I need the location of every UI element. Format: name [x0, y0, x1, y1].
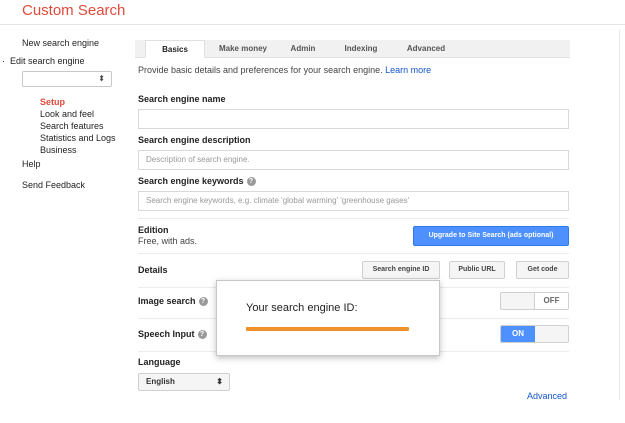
image-search-toggle[interactable]: OFF — [500, 292, 569, 310]
sidebar-item-setup[interactable]: Setup — [40, 97, 65, 107]
header-divider — [0, 24, 625, 25]
edition-value: Free, with ads. — [138, 236, 198, 246]
intro-description: Provide basic details and preferences fo… — [138, 65, 383, 75]
image-search-label-text: Image search — [138, 296, 196, 306]
edition-label: Edition — [138, 225, 169, 235]
engine-keywords-label-text: Search engine keywords — [138, 176, 244, 186]
language-selected-value: English — [146, 377, 175, 386]
sidebar-item-search-features[interactable]: Search features — [40, 121, 104, 131]
sidebar-item-statistics-and-logs[interactable]: Statistics and Logs — [40, 133, 116, 143]
tab-indexing[interactable]: Indexing — [333, 40, 389, 58]
engine-select[interactable]: ⬍ — [22, 71, 112, 87]
select-chevron-icon: ⬍ — [98, 74, 105, 83]
engine-id-popup: Your search engine ID: — [216, 280, 440, 356]
search-engine-id-button[interactable]: Search engine ID — [362, 261, 440, 279]
help-icon[interactable]: ? — [246, 177, 256, 187]
tab-make-money[interactable]: Make money — [211, 40, 275, 58]
tab-basics[interactable]: Basics — [145, 40, 205, 58]
engine-description-input[interactable]: Description of search engine. — [138, 150, 569, 170]
advanced-link[interactable]: Advanced — [527, 391, 567, 401]
select-chevron-icon: ⬍ — [216, 377, 223, 386]
help-icon[interactable]: ? — [198, 297, 208, 307]
speech-input-label-text: Speech Input — [138, 329, 195, 339]
tab-admin[interactable]: Admin — [279, 40, 327, 58]
popup-title: Your search engine ID: — [246, 302, 358, 314]
engine-keywords-label: Search engine keywords? — [138, 176, 256, 187]
sidebar-edit-search-engine[interactable]: Edit search engine — [10, 56, 85, 66]
sidebar-send-feedback[interactable]: Send Feedback — [22, 180, 85, 190]
speech-input-on-label: ON — [501, 326, 535, 342]
intro-text: Provide basic details and preferences fo… — [138, 65, 431, 75]
learn-more-link[interactable]: Learn more — [385, 65, 431, 75]
engine-name-label: Search engine name — [138, 94, 226, 104]
upgrade-site-search-button[interactable]: Upgrade to Site Search (ads optional) — [413, 226, 569, 246]
get-code-button[interactable]: Get code — [516, 261, 569, 279]
image-search-label: Image search? — [138, 296, 208, 307]
language-select[interactable]: English ⬍ — [138, 373, 230, 391]
sidebar-new-search-engine[interactable]: New search engine — [22, 38, 99, 48]
sidebar-help[interactable]: Help — [22, 159, 41, 169]
app-title: Custom Search — [22, 2, 126, 19]
image-search-off-label: OFF — [534, 293, 568, 309]
speech-input-toggle[interactable]: ON — [500, 325, 569, 343]
sidebar-item-look-and-feel[interactable]: Look and feel — [40, 109, 94, 119]
sidebar-item-business[interactable]: Business — [40, 145, 77, 155]
sidebar-edit-bullet: · — [2, 56, 5, 66]
redaction-bar — [246, 327, 409, 331]
engine-keywords-input[interactable]: Search engine keywords, e.g. climate 'gl… — [138, 191, 569, 211]
public-url-button[interactable]: Public URL — [449, 261, 505, 279]
section-divider — [138, 218, 569, 219]
panel-edge — [619, 30, 620, 400]
speech-input-label: Speech Input? — [138, 329, 207, 340]
engine-description-label: Search engine description — [138, 135, 251, 145]
tab-bar: Basics Make money Admin Indexing Advance… — [135, 40, 570, 58]
tab-advanced[interactable]: Advanced — [397, 40, 455, 58]
details-label: Details — [138, 265, 168, 275]
section-divider — [138, 253, 569, 254]
engine-name-input[interactable] — [138, 109, 569, 129]
language-label: Language — [138, 357, 181, 367]
help-icon[interactable]: ? — [197, 330, 207, 340]
